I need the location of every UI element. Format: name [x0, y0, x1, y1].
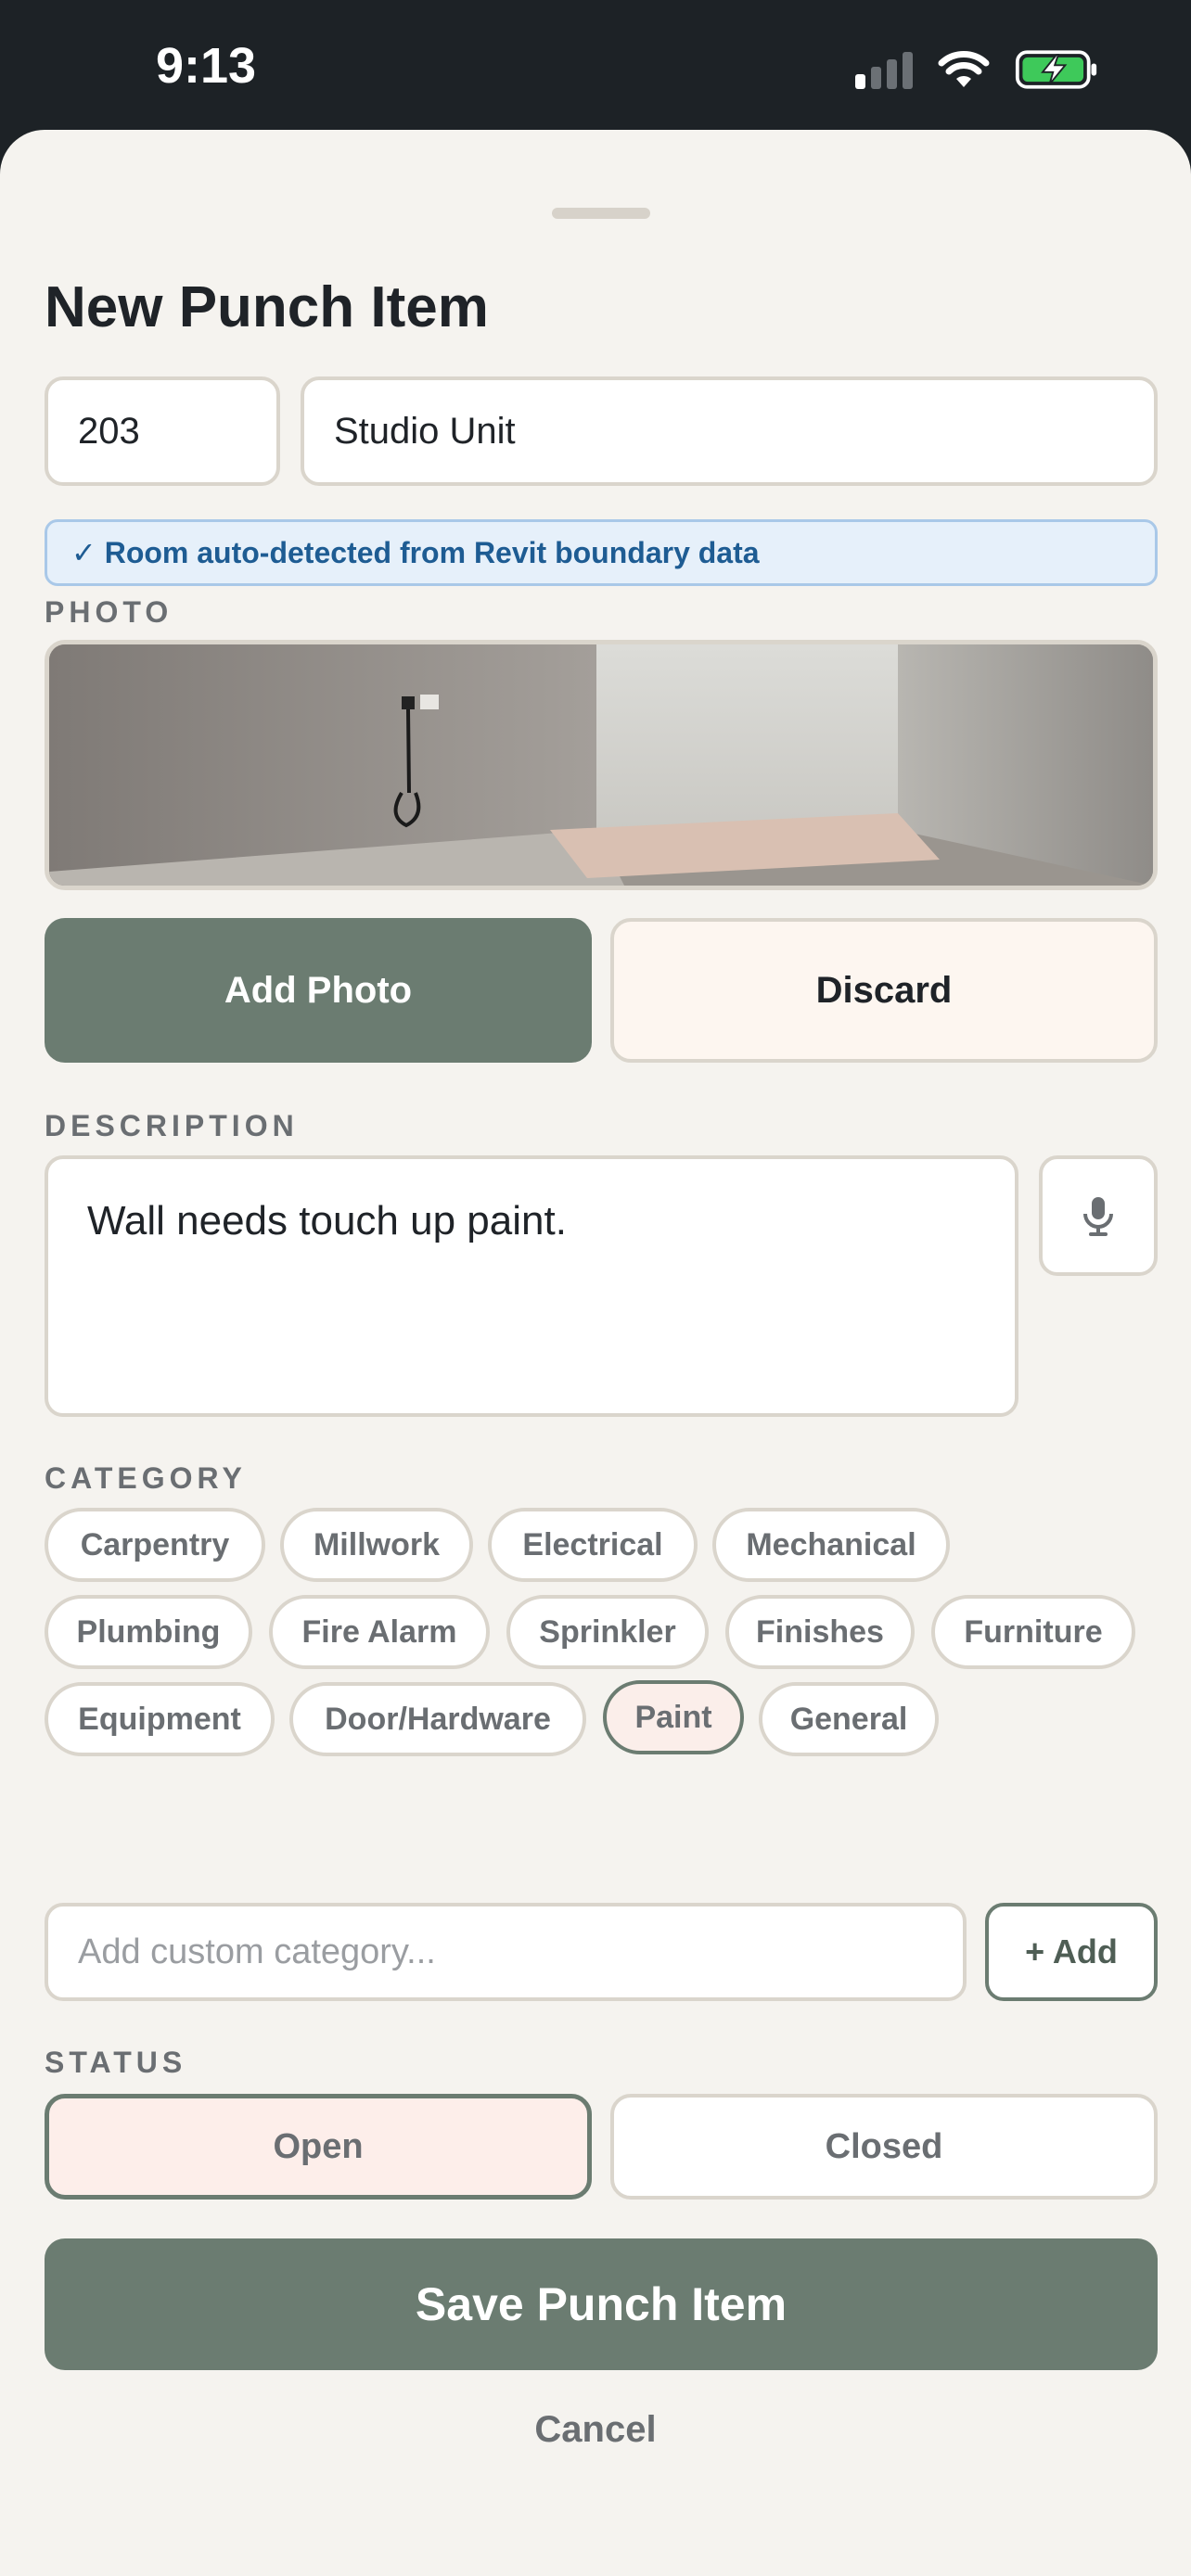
cancel-button[interactable]: Cancel [0, 2409, 1191, 2451]
category-chip-plumbing[interactable]: Plumbing [45, 1595, 252, 1669]
category-chip-general[interactable]: General [759, 1682, 939, 1756]
category-section-label: CATEGORY [45, 1461, 247, 1495]
category-chip-sprinkler[interactable]: Sprinkler [506, 1595, 709, 1669]
discard-photo-button[interactable]: Discard [610, 918, 1158, 1063]
category-chip-furniture[interactable]: Furniture [931, 1595, 1135, 1669]
sheet-title: New Punch Item [45, 275, 489, 339]
sheet-grabber[interactable] [552, 208, 650, 219]
category-chip-door-hardware[interactable]: Door/Hardware [289, 1682, 586, 1756]
custom-category-input[interactable]: Add custom category... [45, 1903, 967, 2001]
battery-charging-icon [1015, 50, 1097, 89]
add-photo-button[interactable]: Add Photo [45, 918, 592, 1063]
category-chip-millwork[interactable]: Millwork [280, 1508, 473, 1582]
category-chip-paint[interactable]: Paint [603, 1680, 744, 1754]
save-punch-item-button[interactable]: Save Punch Item [45, 2238, 1158, 2370]
category-chip-equipment[interactable]: Equipment [45, 1682, 275, 1756]
status-time: 9:13 [156, 38, 257, 94]
category-chip-electrical[interactable]: Electrical [488, 1508, 698, 1582]
status-open-button[interactable]: Open [45, 2094, 592, 2200]
category-chip-finishes[interactable]: Finishes [725, 1595, 915, 1669]
photo-section-label: PHOTO [45, 595, 173, 629]
status-bar: 9:13 [0, 0, 1191, 130]
room-detected-banner: ✓ Room auto-detected from Revit boundary… [45, 519, 1158, 586]
status-icons [855, 48, 1098, 91]
add-custom-category-button[interactable]: + Add [985, 1903, 1158, 2001]
wifi-icon [938, 51, 990, 87]
status-section-label: STATUS [45, 2046, 187, 2079]
dictation-button[interactable] [1039, 1155, 1158, 1276]
photo-preview[interactable] [45, 640, 1158, 890]
room-number-field[interactable]: 203 [45, 376, 280, 486]
description-section-label: DESCRIPTION [45, 1109, 299, 1142]
status-closed-button[interactable]: Closed [610, 2094, 1158, 2200]
photo-image [49, 644, 1153, 886]
category-chip-mechanical[interactable]: Mechanical [712, 1508, 950, 1582]
category-chip-fire-alarm[interactable]: Fire Alarm [269, 1595, 490, 1669]
description-textarea[interactable]: Wall needs touch up paint. [45, 1155, 1018, 1417]
category-chip-carpentry[interactable]: Carpentry [45, 1508, 265, 1582]
microphone-icon [1083, 1197, 1113, 1236]
room-name-field[interactable]: Studio Unit [301, 376, 1158, 486]
cellular-signal-icon [855, 50, 913, 89]
punch-item-sheet: New Punch Item 203 Studio Unit ✓ Room au… [0, 130, 1191, 2576]
